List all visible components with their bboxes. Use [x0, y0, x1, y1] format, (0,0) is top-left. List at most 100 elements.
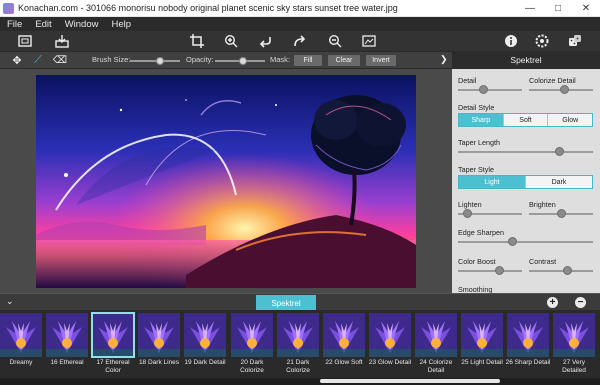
- mask-fill-button[interactable]: Fill: [294, 55, 322, 66]
- opacity-slider[interactable]: [215, 57, 265, 65]
- app-icon: [3, 2, 14, 14]
- preset-thumbnail[interactable]: [369, 313, 411, 357]
- settings-panel: Detail Colorize Detail Detail Style Shar…: [452, 69, 600, 293]
- detail-style-toggle: Sharp Soft Glow: [458, 113, 593, 127]
- preset-thumbnail[interactable]: [46, 313, 88, 357]
- preset-label: 27 Very Detailed: [562, 359, 586, 374]
- edge-sharpen-knob[interactable]: [507, 237, 517, 246]
- preset-label: 24 Colorize Detail: [419, 359, 453, 374]
- preset-thumbnail[interactable]: [415, 313, 457, 357]
- fullscreen-icon[interactable]: [361, 34, 377, 48]
- redo-icon[interactable]: [292, 34, 308, 48]
- info-icon[interactable]: [503, 34, 519, 48]
- preset-label: 22 Glow Soft: [325, 359, 363, 366]
- panel-next-icon[interactable]: ❯: [440, 54, 448, 65]
- taper-length-knob[interactable]: [554, 147, 564, 156]
- opacity-label: Opacity:: [186, 55, 214, 64]
- horizontal-scrollbar[interactable]: [0, 378, 600, 385]
- brush-size-knob[interactable]: [156, 57, 164, 65]
- import-icon[interactable]: [54, 34, 70, 48]
- edge-sharpen-slider[interactable]: [458, 237, 593, 246]
- preset-thumbnail[interactable]: [507, 313, 549, 357]
- crop-icon[interactable]: [189, 34, 205, 48]
- preset-thumbnail[interactable]: [91, 312, 135, 358]
- color-boost-label: Color Boost: [458, 257, 496, 266]
- preset-thumbnail[interactable]: [277, 313, 319, 357]
- artwork-image[interactable]: [36, 75, 416, 288]
- lighten-label: Lighten: [458, 200, 482, 209]
- preset-thumbnail[interactable]: [553, 313, 595, 357]
- detail-style-soft[interactable]: Soft: [502, 114, 548, 126]
- preset-thumbnail[interactable]: [323, 313, 365, 357]
- taper-style-toggle: Light Dark: [458, 175, 593, 189]
- color-boost-slider[interactable]: [458, 266, 522, 275]
- menu-help[interactable]: Help: [104, 19, 137, 30]
- add-preset-button[interactable]: +: [547, 297, 558, 308]
- brush-icon[interactable]: ⟋: [30, 53, 46, 67]
- fit-screen-icon[interactable]: [17, 34, 33, 48]
- taper-style-light[interactable]: Light: [459, 176, 525, 188]
- preset-thumbnails: Dreamy 16 Ethereal 17 Ethereal Color 18 Dar…: [0, 310, 600, 378]
- detail-label: Detail: [458, 76, 477, 85]
- detail-style-sharp[interactable]: Sharp: [459, 114, 503, 126]
- detail-knob[interactable]: [479, 85, 489, 94]
- preset-label: 25 Light Detail: [461, 359, 503, 366]
- preset-label: 23 Glow Detail: [368, 359, 412, 366]
- taper-length-slider[interactable]: [458, 147, 593, 156]
- dice-icon[interactable]: [567, 34, 583, 48]
- canvas-area[interactable]: [0, 69, 452, 293]
- lighten-knob[interactable]: [463, 209, 473, 218]
- detail-style-glow[interactable]: Glow: [547, 114, 592, 126]
- smoothing-label: Smoothing: [458, 285, 493, 293]
- color-boost-knob[interactable]: [495, 266, 505, 275]
- minimize-button[interactable]: —: [516, 0, 544, 17]
- contrast-label: Contrast: [529, 257, 557, 266]
- zoom-in-icon[interactable]: [223, 34, 239, 48]
- preset-label: 17 Ethereal Color: [96, 359, 130, 374]
- preset-thumbnail[interactable]: [231, 313, 273, 357]
- preset-thumbnail[interactable]: [461, 313, 503, 357]
- brighten-knob[interactable]: [556, 209, 566, 218]
- zoom-out-icon[interactable]: [327, 34, 343, 48]
- brighten-slider[interactable]: [529, 209, 593, 218]
- scrollbar-thumb[interactable]: [320, 379, 500, 383]
- menu-bar: File Edit Window Help: [0, 17, 600, 31]
- collapse-chevron-icon[interactable]: ⌄: [6, 296, 14, 307]
- menu-file[interactable]: File: [0, 19, 28, 30]
- preset-thumbnail[interactable]: [138, 313, 180, 357]
- mask-clear-button[interactable]: Clear: [328, 55, 360, 66]
- detail-slider[interactable]: [458, 85, 522, 94]
- colorize-detail-knob[interactable]: [559, 85, 569, 94]
- settings-icon[interactable]: [534, 34, 550, 48]
- colorize-detail-label: Colorize Detail: [529, 76, 576, 85]
- undo-icon[interactable]: [258, 34, 274, 48]
- preset-label: 26 Sharp Detail: [505, 359, 551, 366]
- contrast-knob[interactable]: [562, 266, 572, 275]
- menu-window[interactable]: Window: [58, 19, 105, 30]
- move-icon[interactable]: ✥: [9, 53, 25, 67]
- remove-preset-button[interactable]: −: [575, 297, 586, 308]
- close-button[interactable]: ✕: [572, 0, 600, 17]
- maximize-button[interactable]: □: [544, 0, 572, 17]
- taper-style-dark[interactable]: Dark: [525, 176, 592, 188]
- contrast-slider[interactable]: [529, 266, 593, 275]
- mask-invert-button[interactable]: Invert: [366, 55, 396, 66]
- preset-label: 16 Ethereal: [50, 359, 84, 366]
- taper-style-label: Taper Style: [458, 165, 494, 174]
- preset-label: Dreamy: [9, 359, 33, 366]
- preset-label: 18 Dark Lines: [138, 359, 180, 366]
- eraser-icon[interactable]: ⌫: [52, 53, 68, 67]
- preset-thumbnail[interactable]: [184, 313, 226, 357]
- opacity-knob[interactable]: [238, 57, 247, 65]
- colorize-detail-slider[interactable]: [529, 85, 593, 94]
- taper-length-label: Taper Length: [458, 138, 500, 147]
- preset-label: 19 Dark Detail: [184, 359, 226, 366]
- mask-label: Mask:: [270, 55, 291, 64]
- brush-size-slider[interactable]: [130, 57, 180, 65]
- detail-style-label: Detail Style: [458, 103, 495, 112]
- window-title: Konachan.com - 301066 monorisu nobody or…: [18, 3, 398, 13]
- preset-thumbnail[interactable]: [0, 313, 42, 357]
- menu-edit[interactable]: Edit: [28, 19, 57, 30]
- lighten-slider[interactable]: [458, 209, 522, 218]
- tab-spektrel[interactable]: Spektrel: [256, 295, 316, 311]
